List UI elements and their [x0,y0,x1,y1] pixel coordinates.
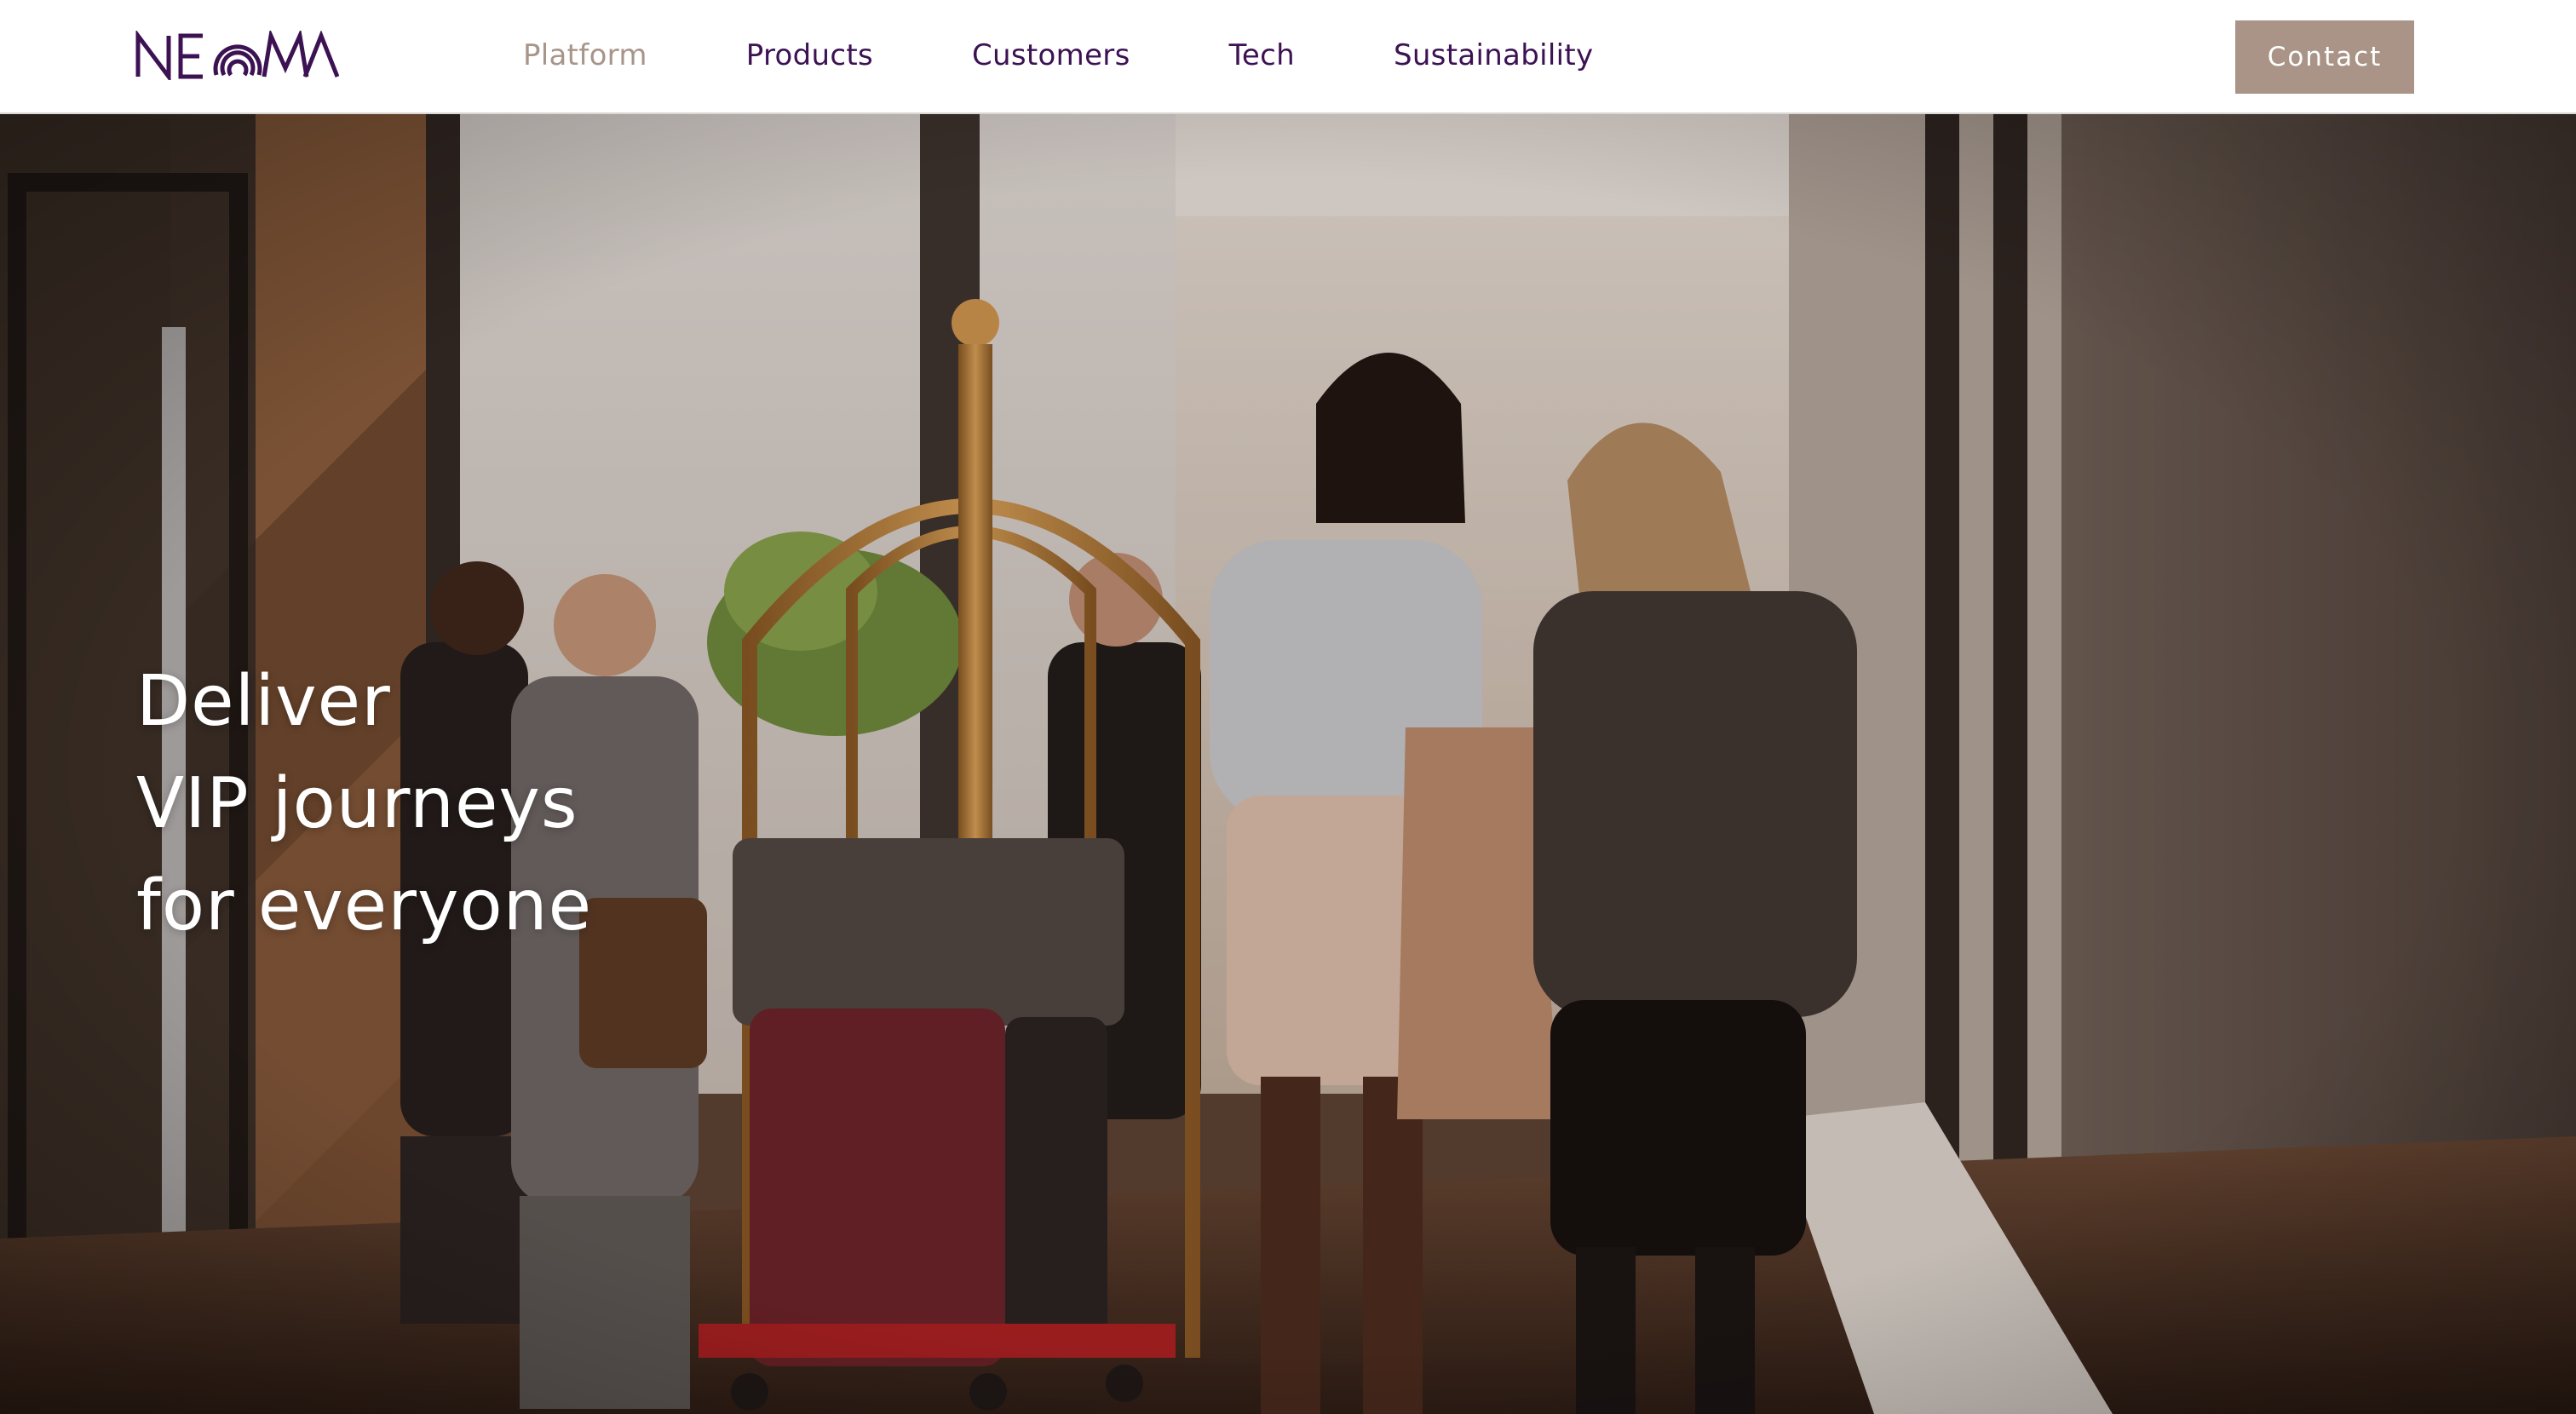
hero-section: Deliver VIP journeys for everyone [0,114,2576,1414]
nav-item-products[interactable]: Products [746,38,873,72]
nav-item-platform[interactable]: Platform [523,38,647,72]
neoma-logo-mark [135,31,339,80]
nav-item-sustainability[interactable]: Sustainability [1394,38,1593,72]
nav-item-tech[interactable]: Tech [1229,38,1295,72]
hero-line-3: for everyone [136,865,593,946]
neoma-logo[interactable] [135,31,339,80]
contact-button[interactable]: Contact [2235,20,2414,94]
hero-line-1: Deliver [136,661,391,742]
site-header: Platform Products Customers Tech Sustain… [0,0,2576,114]
nav-item-customers[interactable]: Customers [972,38,1130,72]
main-nav: Platform Products Customers Tech Sustain… [523,0,1692,111]
hero-line-2: VIP journeys [136,763,578,844]
hero-heading: Deliver VIP journeys for everyone [136,651,592,957]
